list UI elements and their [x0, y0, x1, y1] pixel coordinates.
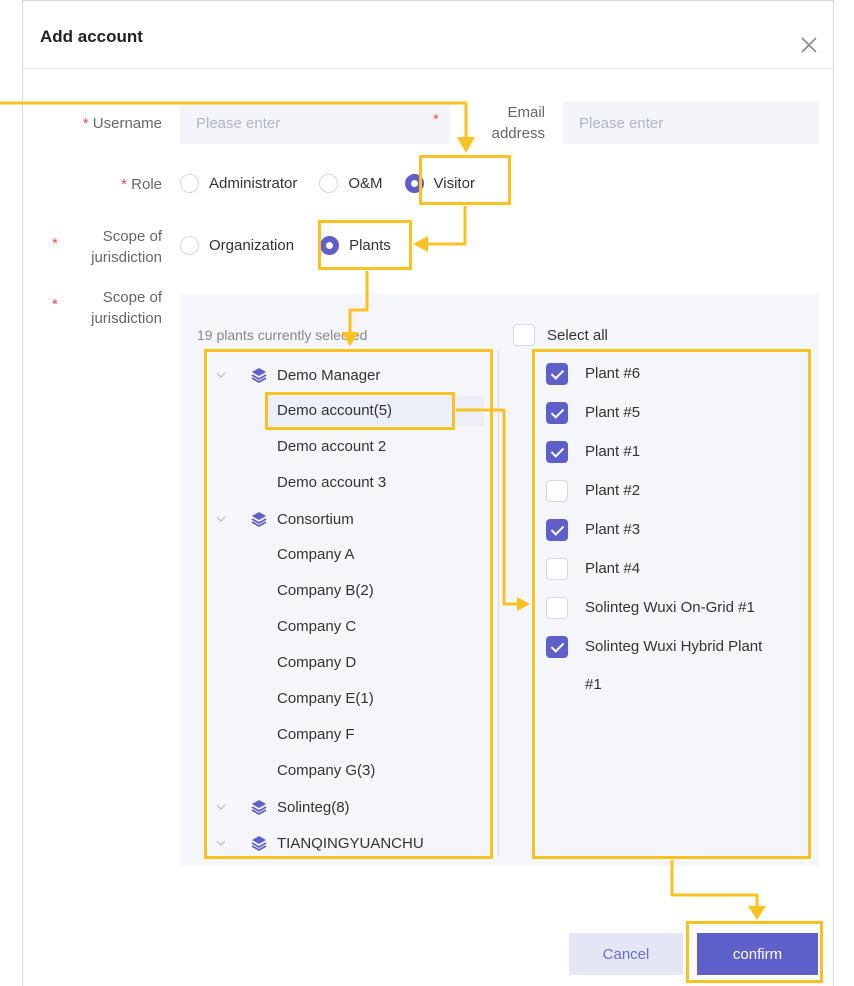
checkbox-icon — [546, 480, 568, 502]
tree-group-label: Solinteg(8) — [277, 798, 350, 816]
plant-checkbox-item[interactable]: Solinteg Wuxi On-Grid #1 — [546, 597, 755, 627]
tree-item[interactable]: Company D — [277, 654, 356, 671]
plant-label: Plant #4 — [585, 560, 641, 577]
chevron-down-icon[interactable] — [216, 838, 226, 848]
checkbox-icon — [546, 558, 568, 580]
role-label-text: Role — [131, 176, 162, 193]
close-icon[interactable] — [799, 35, 819, 55]
cancel-button[interactable]: Cancel — [569, 933, 683, 975]
email-label-line1: Email — [507, 104, 545, 121]
role-option-om[interactable]: O&M — [319, 174, 383, 193]
select-all-checkbox[interactable]: Select all — [513, 324, 608, 346]
email-input[interactable] — [563, 102, 819, 144]
selected-count: 19 plants currently selected — [197, 327, 368, 343]
radio-checked-icon — [320, 236, 340, 255]
plant-checkbox-item[interactable]: Plant #6 — [546, 363, 640, 393]
radio-icon — [180, 236, 199, 255]
layers-icon — [251, 836, 267, 852]
checkbox-checked-icon — [546, 636, 568, 658]
tree-group[interactable]: TIANQINGYUANCHU — [216, 830, 424, 856]
required-marker: * — [82, 115, 89, 132]
tree-group-label: Demo Manager — [277, 366, 381, 384]
radio-label: Plants — [349, 237, 391, 254]
radio-label: Visitor — [433, 175, 475, 192]
plant-label: Plant #6 — [585, 365, 641, 382]
required-marker: * — [52, 296, 58, 313]
required-marker: * — [433, 111, 439, 128]
scope-selector-label: Scope of jurisdiction — [68, 287, 162, 329]
radio-label: O&M — [348, 175, 383, 192]
scope-label: Scope of jurisdiction — [68, 226, 162, 268]
plant-checkbox-item[interactable]: Plant #1 — [546, 441, 640, 471]
chevron-down-icon[interactable] — [216, 802, 226, 812]
role-label: * Role — [90, 174, 162, 195]
required-marker: * — [121, 176, 127, 193]
confirm-button[interactable]: confirm — [697, 933, 818, 975]
scope-selector-label-line1: Scope of — [102, 289, 162, 306]
tree-item[interactable]: Demo account(5) — [277, 402, 392, 419]
tree-group-label: TIANQINGYUANCHU — [277, 834, 424, 852]
username-label-text: Username — [92, 115, 162, 132]
checkbox-checked-icon — [546, 402, 568, 424]
checkbox-checked-icon — [546, 363, 568, 385]
required-marker: * — [52, 235, 58, 252]
plant-checkbox-item[interactable]: Plant #2 — [546, 480, 640, 510]
scope-option-organization[interactable]: Organization — [180, 236, 294, 255]
tree-item[interactable]: Company A — [277, 546, 355, 563]
plant-label: Plant #5 — [585, 404, 641, 421]
checkbox-checked-icon — [546, 519, 568, 541]
layers-icon — [251, 800, 267, 816]
tree-item[interactable]: Company F — [277, 726, 355, 743]
role-option-administrator[interactable]: Administrator — [180, 174, 297, 193]
chevron-down-icon[interactable] — [216, 370, 226, 380]
tree-item[interactable]: Company B(2) — [277, 582, 374, 599]
tree-group[interactable]: Consortium — [216, 506, 354, 532]
username-input[interactable] — [180, 102, 450, 144]
scope-label-line1: Scope of — [102, 228, 162, 245]
plant-label: Solinteg Wuxi On-Grid #1 — [585, 599, 755, 616]
dialog-header: Add account — [23, 1, 833, 69]
role-radio-group: Administrator O&M Visitor — [180, 174, 475, 193]
checkbox-checked-icon — [546, 441, 568, 463]
role-option-visitor[interactable]: Visitor — [404, 174, 475, 193]
plant-checkbox-item[interactable]: Plant #4 — [546, 558, 640, 588]
tree-item[interactable]: Company C — [277, 618, 356, 635]
plant-checkbox-item[interactable]: Solinteg Wuxi Hybrid Plant #1 — [546, 636, 762, 704]
plant-checkbox-item[interactable]: Plant #3 — [546, 519, 640, 549]
checkbox-icon — [546, 597, 568, 619]
tree-group-label: Consortium — [277, 510, 354, 528]
plant-label: Plant #3 — [585, 521, 641, 538]
radio-icon — [180, 174, 199, 193]
email-label-line2: address — [491, 125, 545, 142]
layers-icon — [251, 368, 267, 384]
scope-radio-group: Organization Plants — [180, 236, 391, 255]
username-label: * Username — [70, 113, 162, 134]
plant-label: Plant #1 — [585, 443, 641, 460]
scope-label-line2: jurisdiction — [91, 249, 162, 266]
select-all-label: Select all — [547, 326, 608, 344]
radio-label: Administrator — [209, 175, 298, 192]
tree-item[interactable]: Company G(3) — [277, 762, 375, 779]
plant-label: Solinteg Wuxi Hybrid Plant #1 — [585, 638, 763, 693]
email-label: Email address — [450, 102, 545, 144]
plant-label: Plant #2 — [585, 482, 641, 499]
radio-label: Organization — [209, 237, 295, 254]
checkbox-icon — [513, 324, 535, 346]
chevron-down-icon[interactable] — [216, 514, 226, 524]
scope-option-plants[interactable]: Plants — [320, 236, 391, 255]
tree-group[interactable]: Solinteg(8) — [216, 794, 350, 820]
scope-selector-label-line2: jurisdiction — [91, 310, 162, 327]
panel-divider — [498, 350, 499, 856]
radio-icon — [319, 174, 339, 193]
dialog-title: Add account — [40, 27, 143, 46]
tree-item[interactable]: Demo account 2 — [277, 438, 386, 455]
radio-checked-icon — [404, 174, 424, 193]
tree-item[interactable]: Demo account 3 — [277, 474, 386, 491]
tree-item[interactable]: Company E(1) — [277, 690, 374, 707]
plant-checkbox-item[interactable]: Plant #5 — [546, 402, 640, 432]
layers-icon — [251, 512, 267, 528]
tree-group[interactable]: Demo Manager — [216, 362, 380, 388]
